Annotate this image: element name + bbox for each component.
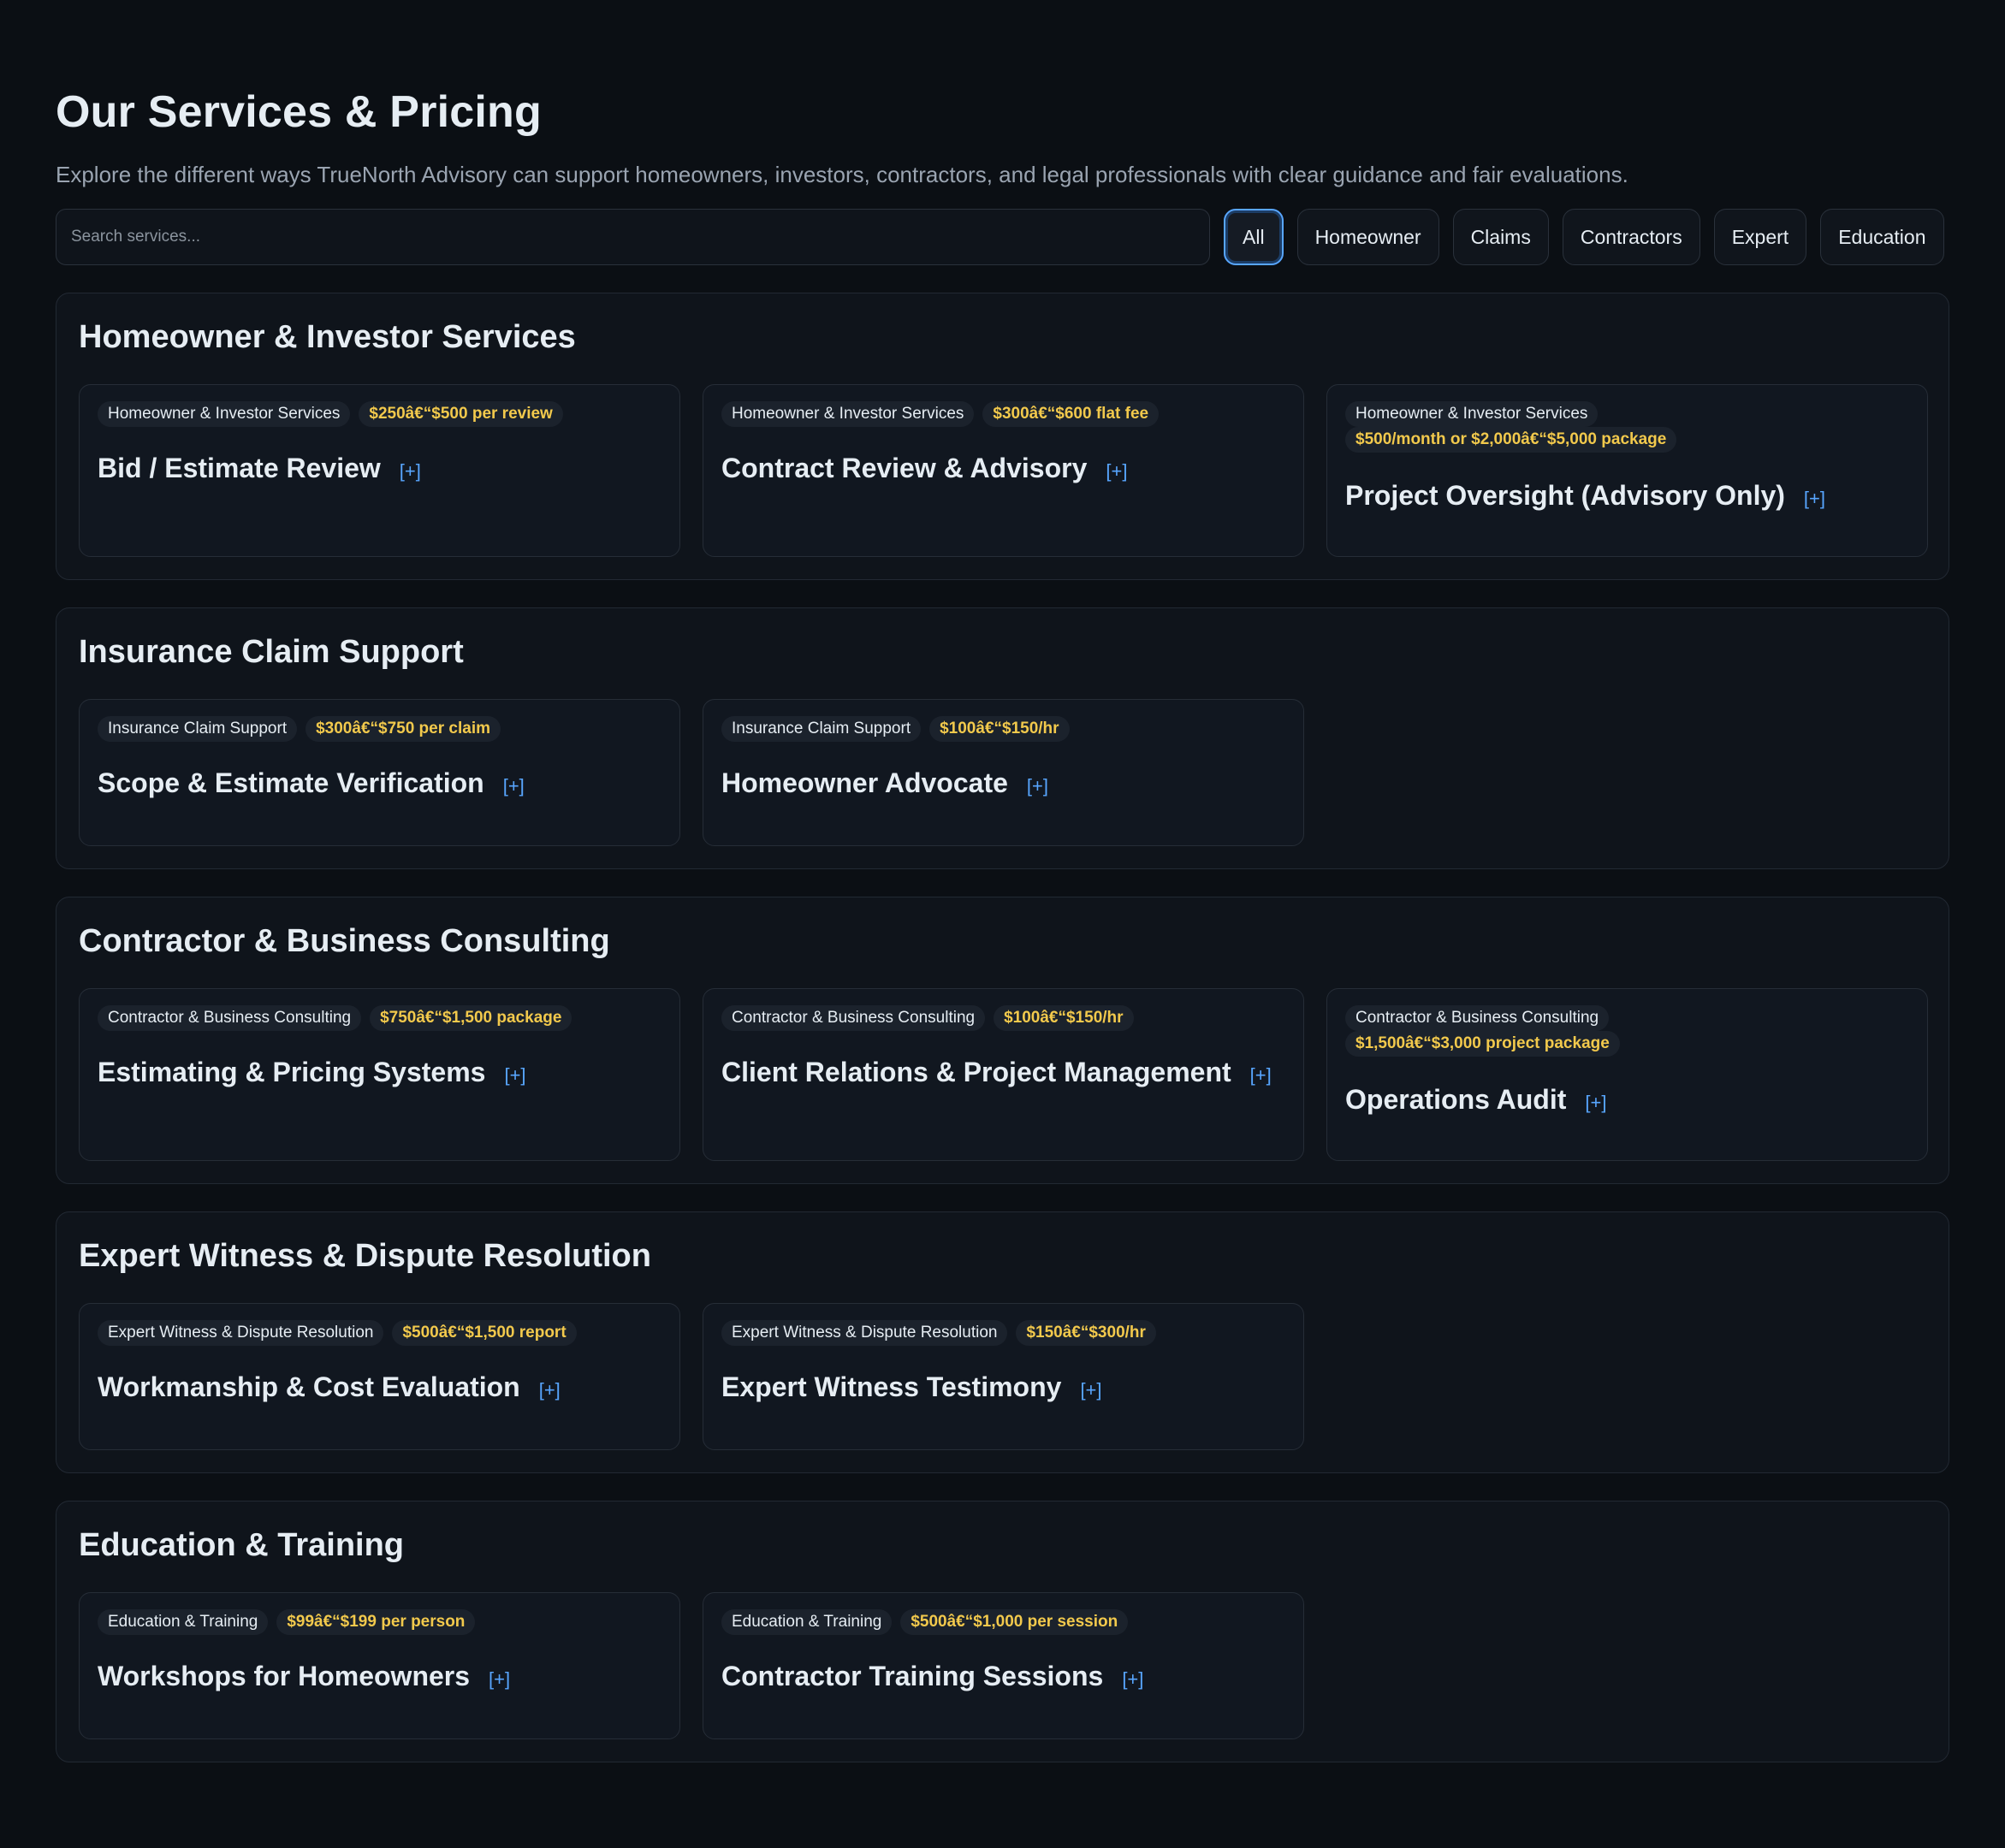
- service-title: Client Relations & Project Management: [721, 1057, 1231, 1087]
- card-tags: Education & Training $500â€“$1,000 per s…: [721, 1609, 1285, 1635]
- filter-chips: All Homeowner Claims Contractors Expert …: [1224, 209, 1944, 265]
- service-card[interactable]: Insurance Claim Support $300â€“$750 per …: [79, 699, 680, 846]
- service-title: Estimating & Pricing Systems: [98, 1057, 486, 1087]
- filter-all-button[interactable]: All: [1224, 209, 1284, 265]
- section-title: Contractor & Business Consulting: [79, 923, 610, 959]
- price-tag: $150â€“$300/hr: [1016, 1320, 1156, 1346]
- service-cards: Education & Training $99â€“$199 per pers…: [79, 1592, 1926, 1739]
- category-tag: Expert Witness & Dispute Resolution: [721, 1320, 1008, 1346]
- section-education-training: Education & Training Education & Trainin…: [56, 1501, 1949, 1762]
- expand-toggle[interactable]: [+]: [1080, 1379, 1101, 1401]
- category-tag: Insurance Claim Support: [98, 716, 298, 742]
- card-tags: Education & Training $99â€“$199 per pers…: [98, 1609, 661, 1635]
- expand-toggle[interactable]: [+]: [1250, 1064, 1272, 1087]
- toolbar: All Homeowner Claims Contractors Expert …: [56, 209, 1949, 265]
- price-tag: $300â€“$600 flat fee: [982, 401, 1160, 427]
- card-tags: Contractor & Business Consulting $100â€“…: [721, 1005, 1285, 1031]
- service-cards: Insurance Claim Support $300â€“$750 per …: [79, 699, 1926, 846]
- category-tag: Homeowner & Investor Services: [98, 401, 351, 427]
- price-tag: $250â€“$500 per review: [359, 401, 563, 427]
- category-tag: Expert Witness & Dispute Resolution: [98, 1320, 384, 1346]
- section-homeowner-investor: Homeowner & Investor Services Homeowner …: [56, 293, 1949, 580]
- price-tag: $500/month or $2,000â€“$5,000 package: [1345, 427, 1677, 453]
- card-tags: Homeowner & Investor Services $500/month…: [1345, 401, 1909, 453]
- expand-toggle[interactable]: [+]: [1106, 460, 1127, 483]
- section-contractor-consulting: Contractor & Business Consulting Contrac…: [56, 897, 1949, 1184]
- price-tag: $100â€“$150/hr: [929, 716, 1070, 742]
- service-cards: Expert Witness & Dispute Resolution $500…: [79, 1303, 1926, 1450]
- card-tags: Expert Witness & Dispute Resolution $500…: [98, 1320, 661, 1346]
- service-card[interactable]: Expert Witness & Dispute Resolution $500…: [79, 1303, 680, 1450]
- service-title: Workmanship & Cost Evaluation: [98, 1371, 520, 1402]
- service-card[interactable]: Education & Training $500â€“$1,000 per s…: [703, 1592, 1304, 1739]
- section-title: Homeowner & Investor Services: [79, 319, 576, 355]
- service-title: Project Oversight (Advisory Only): [1345, 480, 1785, 511]
- service-cards: Homeowner & Investor Services $250â€“$50…: [79, 384, 1928, 557]
- card-tags: Contractor & Business Consulting $1,500â…: [1345, 1005, 1909, 1057]
- service-title: Expert Witness Testimony: [721, 1371, 1062, 1402]
- service-card[interactable]: Contractor & Business Consulting $750â€“…: [79, 988, 680, 1161]
- expand-toggle[interactable]: [+]: [489, 1668, 510, 1691]
- service-title: Operations Audit: [1345, 1084, 1567, 1115]
- section-title: Education & Training: [79, 1527, 405, 1563]
- filter-contractors-button[interactable]: Contractors: [1562, 209, 1700, 265]
- search-input[interactable]: [56, 209, 1210, 265]
- filter-expert-button[interactable]: Expert: [1713, 209, 1807, 265]
- service-cards: Contractor & Business Consulting $750â€“…: [79, 988, 1928, 1161]
- service-title: Scope & Estimate Verification: [98, 767, 484, 798]
- section-title: Insurance Claim Support: [79, 634, 464, 670]
- price-tag: $500â€“$1,500 report: [392, 1320, 577, 1346]
- service-title: Contract Review & Advisory: [721, 453, 1088, 483]
- section-insurance-claim: Insurance Claim Support Insurance Claim …: [56, 607, 1949, 869]
- expand-toggle[interactable]: [+]: [1585, 1092, 1606, 1114]
- service-card[interactable]: Contractor & Business Consulting $1,500â…: [1326, 988, 1928, 1161]
- category-tag: Homeowner & Investor Services: [721, 401, 975, 427]
- price-tag: $1,500â€“$3,000 project package: [1345, 1031, 1620, 1057]
- service-card[interactable]: Homeowner & Investor Services $500/month…: [1326, 384, 1928, 557]
- expand-toggle[interactable]: [+]: [400, 460, 421, 483]
- card-tags: Insurance Claim Support $300â€“$750 per …: [98, 716, 661, 742]
- category-tag: Contractor & Business Consulting: [1345, 1005, 1610, 1031]
- card-tags: Insurance Claim Support $100â€“$150/hr: [721, 716, 1285, 742]
- price-tag: $750â€“$1,500 package: [370, 1005, 572, 1031]
- service-card[interactable]: Expert Witness & Dispute Resolution $150…: [703, 1303, 1304, 1450]
- category-tag: Insurance Claim Support: [721, 716, 922, 742]
- service-card[interactable]: Homeowner & Investor Services $300â€“$60…: [703, 384, 1304, 557]
- filter-homeowner-button[interactable]: Homeowner: [1296, 209, 1439, 265]
- category-tag: Homeowner & Investor Services: [1345, 401, 1599, 427]
- filter-claims-button[interactable]: Claims: [1452, 209, 1549, 265]
- page-subtitle: Explore the different ways TrueNorth Adv…: [56, 162, 1628, 187]
- price-tag: $300â€“$750 per claim: [305, 716, 501, 742]
- category-tag: Contractor & Business Consulting: [721, 1005, 986, 1031]
- service-title: Contractor Training Sessions: [721, 1661, 1104, 1691]
- card-tags: Expert Witness & Dispute Resolution $150…: [721, 1320, 1285, 1346]
- page-title: Our Services & Pricing: [56, 87, 542, 137]
- expand-toggle[interactable]: [+]: [503, 775, 525, 797]
- service-card[interactable]: Homeowner & Investor Services $250â€“$50…: [79, 384, 680, 557]
- card-tags: Homeowner & Investor Services $250â€“$50…: [98, 401, 661, 427]
- services-page: Our Services & Pricing Explore the diffe…: [0, 0, 2005, 1848]
- category-tag: Contractor & Business Consulting: [98, 1005, 362, 1031]
- service-title: Workshops for Homeowners: [98, 1661, 471, 1691]
- category-tag: Education & Training: [721, 1609, 893, 1635]
- expand-toggle[interactable]: [+]: [1804, 488, 1825, 510]
- price-tag: $100â€“$150/hr: [994, 1005, 1134, 1031]
- expand-toggle[interactable]: [+]: [1027, 775, 1048, 797]
- service-card[interactable]: Insurance Claim Support $100â€“$150/hr H…: [703, 699, 1304, 846]
- service-card[interactable]: Education & Training $99â€“$199 per pers…: [79, 1592, 680, 1739]
- filter-education-button[interactable]: Education: [1820, 209, 1944, 265]
- card-tags: Homeowner & Investor Services $300â€“$60…: [721, 401, 1285, 427]
- service-title: Homeowner Advocate: [721, 767, 1008, 798]
- price-tag: $99â€“$199 per person: [276, 1609, 476, 1635]
- expand-toggle[interactable]: [+]: [1122, 1668, 1143, 1691]
- category-tag: Education & Training: [98, 1609, 269, 1635]
- service-card[interactable]: Contractor & Business Consulting $100â€“…: [703, 988, 1304, 1161]
- section-expert-witness: Expert Witness & Dispute Resolution Expe…: [56, 1211, 1949, 1473]
- card-tags: Contractor & Business Consulting $750â€“…: [98, 1005, 661, 1031]
- section-title: Expert Witness & Dispute Resolution: [79, 1238, 651, 1274]
- price-tag: $500â€“$1,000 per session: [900, 1609, 1129, 1635]
- service-title: Bid / Estimate Review: [98, 453, 381, 483]
- expand-toggle[interactable]: [+]: [504, 1064, 525, 1087]
- expand-toggle[interactable]: [+]: [539, 1379, 561, 1401]
